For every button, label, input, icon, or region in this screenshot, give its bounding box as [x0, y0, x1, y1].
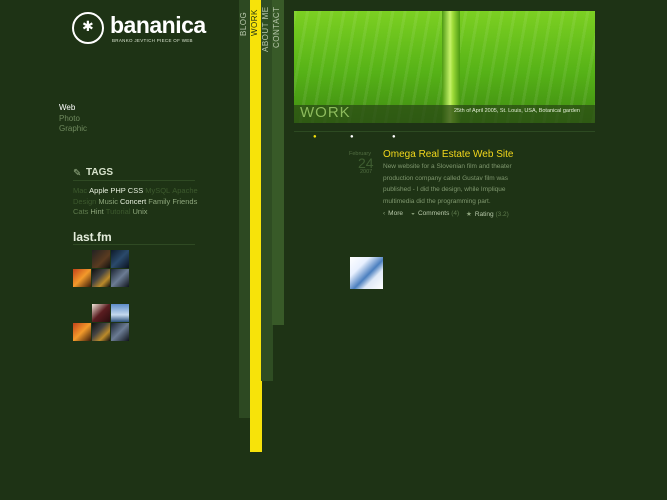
logo-icon[interactable] [72, 12, 104, 44]
tag-link[interactable]: Friends [172, 197, 197, 206]
tag-link[interactable]: Tutorial [106, 207, 131, 216]
tag-link[interactable]: Apache [172, 186, 197, 195]
tags-title: TAGS [86, 167, 114, 178]
tag-link[interactable]: Hint [90, 207, 103, 216]
tag-icon: ✎ [73, 168, 82, 179]
tag-row: Design Music Concert Family Friends [73, 197, 199, 206]
slide-dot[interactable]: ● [350, 134, 354, 140]
leftnav-photo[interactable]: Photo [59, 114, 80, 123]
tag-link[interactable]: Unix [133, 207, 148, 216]
tag-link[interactable]: Music [98, 197, 118, 206]
album-cover[interactable] [111, 250, 129, 268]
rating-label: Rating [474, 211, 494, 218]
chevron-left-icon: ‹ [383, 210, 386, 217]
more-label: More [388, 210, 403, 217]
post-year: 2007 [360, 169, 373, 175]
album-cover[interactable] [92, 304, 110, 322]
album-cover[interactable] [92, 323, 110, 341]
star-icon: ★ [466, 211, 472, 218]
tag-link[interactable]: Family [148, 197, 170, 206]
tag-row: Mac Apple PHP CSS MySQL Apache [73, 186, 200, 195]
hero-section-word: WORK [300, 104, 351, 121]
comment-icon: ◒ [411, 210, 415, 217]
site-title[interactable]: bananica [110, 12, 206, 39]
album-cover[interactable] [92, 250, 110, 268]
tag-link[interactable]: CSS [128, 186, 143, 195]
comments-link[interactable]: ◒ Comments (4) [411, 210, 459, 217]
comments-label: Comments [417, 210, 450, 217]
divider [294, 131, 595, 132]
album-cover[interactable] [111, 269, 129, 287]
tag-link[interactable]: PHP [110, 186, 125, 195]
site-tagline: BRANKO JEVTICH PIECE OF WEB [112, 38, 193, 43]
rating-link[interactable]: ★ Rating (3.2) [466, 210, 509, 218]
rating-value: (3.2) [495, 211, 509, 218]
leftnav-graphic[interactable]: Graphic [59, 124, 87, 133]
post-title[interactable]: Omega Real Estate Web Site [383, 149, 513, 160]
divider [73, 244, 195, 245]
slide-dot[interactable]: ● [313, 134, 317, 140]
nav-bar-contact[interactable] [272, 0, 284, 325]
tag-link[interactable]: Apple [89, 186, 108, 195]
album-cover[interactable] [111, 323, 129, 341]
leftnav-web[interactable]: Web [59, 103, 75, 112]
tag-link[interactable]: Cats [73, 207, 88, 216]
post-thumbnail[interactable] [350, 257, 383, 289]
lastfm-title: last.fm [73, 230, 112, 244]
tag-link[interactable]: Concert [120, 197, 146, 206]
tag-link[interactable]: Mac [73, 186, 87, 195]
album-cover[interactable] [73, 323, 91, 341]
divider [73, 180, 195, 181]
slide-dot[interactable]: ● [392, 134, 396, 140]
tag-row: Cats Hint Tutorial Unix [73, 207, 150, 216]
hero-image: WORK 25th of April 2005, St. Louis, USA,… [294, 11, 595, 123]
nav-contact[interactable]: CONTACT [272, 6, 284, 48]
comments-count: (4) [451, 210, 460, 217]
post-body: New website for a Slovenian film and the… [383, 163, 512, 206]
album-cover[interactable] [92, 269, 110, 287]
album-cover[interactable] [111, 304, 129, 322]
hero-caption: 25th of April 2005, St. Louis, USA, Bota… [454, 108, 580, 114]
tag-link[interactable]: Design [73, 197, 96, 206]
more-link[interactable]: ‹ More [383, 210, 403, 217]
album-cover[interactable] [73, 269, 91, 287]
tag-link[interactable]: MySQL [145, 186, 170, 195]
